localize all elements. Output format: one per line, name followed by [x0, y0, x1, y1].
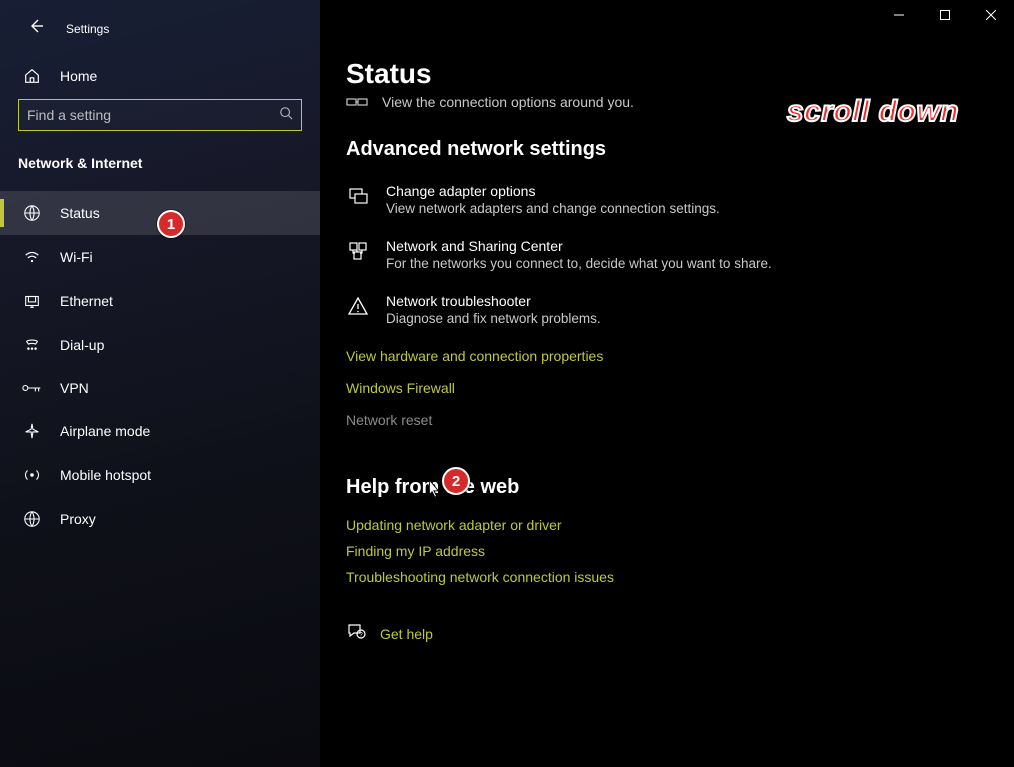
option-desc: Diagnose and fix network problems. [386, 311, 601, 326]
get-help-icon: ? [346, 621, 366, 646]
option-title: Network troubleshooter [386, 293, 601, 309]
sidebar-item-label: VPN [60, 380, 89, 396]
maximize-button[interactable] [922, 0, 968, 30]
link-hardware[interactable]: View hardware and connection properties [346, 348, 603, 364]
sidebar-item-dialup[interactable]: Dial-up [0, 323, 320, 367]
annotation-marker-1: 1 [157, 210, 185, 238]
window-controls [876, 0, 1014, 30]
sidebar-item-proxy[interactable]: Proxy [0, 497, 320, 541]
search-box[interactable] [18, 99, 302, 131]
option-desc: View network adapters and change connect… [386, 201, 720, 216]
help-link-adapter[interactable]: Updating network adapter or driver [346, 517, 1014, 533]
link-network-reset[interactable]: Network reset [346, 412, 432, 428]
help-link-ip[interactable]: Finding my IP address [346, 543, 1014, 559]
annotation-scroll: scroll down [787, 95, 959, 129]
search-icon [279, 106, 293, 125]
connection-icon [346, 95, 368, 109]
sidebar-item-airplane[interactable]: Airplane mode [0, 409, 320, 453]
vpn-icon [22, 381, 42, 395]
option-adapter[interactable]: Change adapter options View network adap… [346, 183, 1014, 216]
get-help[interactable]: ? Get help [346, 621, 1014, 646]
option-desc: For the networks you connect to, decide … [386, 256, 772, 271]
page-title: Status [346, 58, 1014, 90]
warning-icon [346, 293, 370, 317]
advanced-title: Advanced network settings [346, 138, 1014, 161]
dialup-icon [22, 336, 42, 354]
sidebar-item-label: Ethernet [60, 293, 113, 309]
status-icon [22, 204, 42, 222]
minimize-button[interactable] [876, 0, 922, 30]
sidebar-item-label: Status [60, 205, 100, 221]
sidebar-item-label: Mobile hotspot [60, 467, 151, 483]
sidebar-item-wifi[interactable]: Wi-Fi [0, 235, 320, 279]
proxy-icon [22, 510, 42, 528]
adapter-icon [346, 183, 370, 207]
sidebar-item-label: Airplane mode [60, 423, 150, 439]
link-firewall[interactable]: Windows Firewall [346, 380, 455, 396]
page-subtitle: View the connection options around you. [382, 94, 634, 110]
option-title: Network and Sharing Center [386, 238, 772, 254]
sidebar-item-hotspot[interactable]: Mobile hotspot [0, 453, 320, 497]
sharing-icon [346, 238, 370, 262]
airplane-icon [22, 422, 42, 440]
close-button[interactable] [968, 0, 1014, 30]
ethernet-icon [22, 292, 42, 310]
sidebar-home-label: Home [60, 68, 97, 84]
home-icon [22, 67, 42, 85]
option-troubleshoot[interactable]: Network troubleshooter Diagnose and fix … [346, 293, 1014, 326]
wifi-icon [22, 248, 42, 266]
sidebar-item-label: Proxy [60, 511, 96, 527]
main-panel: Status View the connection options aroun… [320, 0, 1014, 767]
sidebar-item-ethernet[interactable]: Ethernet [0, 279, 320, 323]
back-icon[interactable] [28, 18, 44, 39]
sidebar-home[interactable]: Home [0, 57, 320, 99]
sidebar: Settings Home Network & Internet Status [0, 0, 320, 767]
option-title: Change adapter options [386, 183, 720, 199]
sidebar-item-label: Wi-Fi [60, 249, 93, 265]
help-link-trouble[interactable]: Troubleshooting network connection issue… [346, 569, 1014, 585]
get-help-label: Get help [380, 626, 433, 642]
titlebar-left: Settings [0, 12, 320, 57]
sidebar-item-vpn[interactable]: VPN [0, 367, 320, 409]
search-input[interactable] [27, 107, 279, 123]
app-title: Settings [66, 22, 109, 36]
annotation-marker-2: 2 [442, 467, 470, 495]
option-sharing[interactable]: Network and Sharing Center For the netwo… [346, 238, 1014, 271]
hotspot-icon [22, 466, 42, 484]
category-title: Network & Internet [0, 149, 320, 191]
sidebar-item-label: Dial-up [60, 337, 104, 353]
